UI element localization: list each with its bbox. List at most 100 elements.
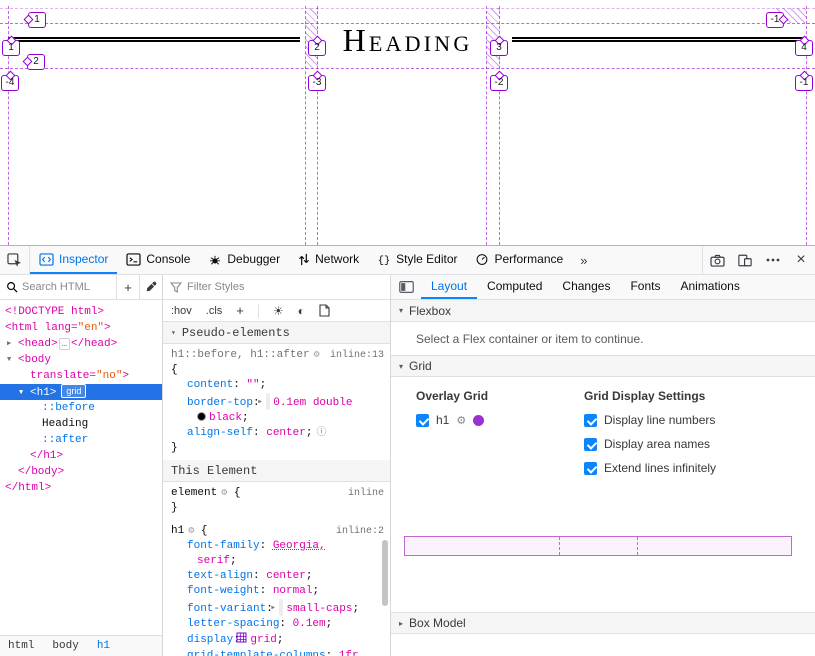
pick-element-button[interactable] xyxy=(0,246,30,274)
pane-toggle-button[interactable] xyxy=(391,275,421,299)
css-declaration[interactable]: border-top: ▶0.1em doubleblack; xyxy=(163,393,390,426)
tree-node[interactable]: ▼<h1>grid xyxy=(0,384,162,400)
devtools-tab-console[interactable]: Console xyxy=(117,246,199,274)
create-node-button[interactable]: + xyxy=(116,275,139,299)
css-declaration[interactable]: font-family: Georgia,serif; xyxy=(163,539,390,569)
tree-node[interactable]: ::before xyxy=(0,400,162,416)
stylesheet-link[interactable]: inline:2 xyxy=(336,524,384,539)
tree-node[interactable]: </html> xyxy=(0,480,162,496)
filter-icon xyxy=(170,282,182,293)
rules-section-header[interactable]: This Element xyxy=(163,460,390,482)
box-model-section-header[interactable]: ▸ Box Model xyxy=(391,612,815,634)
tab-changes[interactable]: Changes xyxy=(552,275,620,299)
setting-checkbox[interactable] xyxy=(584,462,597,475)
class-toggle[interactable]: .cls xyxy=(206,305,223,317)
tree-node[interactable]: translate="no"> xyxy=(0,368,162,384)
css-declaration[interactable]: font-variant: ▶small-caps; xyxy=(163,599,390,617)
filter-styles-input[interactable] xyxy=(187,281,390,293)
tree-node[interactable]: ::after xyxy=(0,432,162,448)
open-brace: { xyxy=(194,525,207,537)
overlay-grid-checkbox[interactable] xyxy=(416,414,429,427)
expander-icon[interactable]: ▶ xyxy=(279,599,283,616)
property-value: small-caps xyxy=(286,603,352,615)
scrollbar-thumb[interactable] xyxy=(382,540,388,606)
grid-section-header[interactable]: ▾ Grid xyxy=(391,355,815,377)
grid-badge[interactable]: grid xyxy=(61,384,86,398)
grid-color-swatch[interactable] xyxy=(473,415,484,426)
info-icon[interactable]: ⓘ xyxy=(316,428,326,439)
node-val: "no" xyxy=(96,370,122,382)
more-tabs-button[interactable]: » xyxy=(572,246,595,274)
tab-animations[interactable]: Animations xyxy=(670,275,749,299)
property-value: "" xyxy=(246,379,259,391)
rule-selector[interactable]: element xyxy=(171,487,217,499)
rules-section-header[interactable]: ▾Pseudo-elements xyxy=(163,322,390,344)
css-declaration[interactable]: font-weight: normal; xyxy=(163,584,390,599)
rule-selector[interactable]: h1::before, h1::after xyxy=(171,349,310,361)
section-title: This Element xyxy=(171,464,257,478)
stylesheet-link[interactable]: inline:13 xyxy=(330,348,384,363)
pick-element-icon xyxy=(7,253,22,267)
pill-label: 2 xyxy=(314,42,320,53)
breadcrumb-item-html[interactable]: html xyxy=(8,640,34,652)
tree-node[interactable]: ▼<body xyxy=(0,352,162,368)
devtools-tab-performance[interactable]: Performance xyxy=(466,246,572,274)
css-declaration[interactable]: align-self: center;ⓘ xyxy=(163,426,390,441)
expander-icon[interactable]: ▶ xyxy=(266,393,270,410)
tree-node[interactable]: Heading xyxy=(0,416,162,432)
devtools-tab-inspector[interactable]: Inspector xyxy=(30,246,117,274)
stylesheet-link[interactable]: inline xyxy=(348,486,384,501)
search-html-input[interactable] xyxy=(22,281,100,293)
setting-checkbox[interactable] xyxy=(584,414,597,427)
property-name: text-align xyxy=(187,570,253,582)
css-declaration[interactable]: grid-template-columns: 1fr xyxy=(163,649,390,656)
tree-node[interactable]: <!DOCTYPE html> xyxy=(0,304,162,320)
grid-outline-preview[interactable] xyxy=(404,536,792,556)
tab-layout[interactable]: Layout xyxy=(421,275,477,299)
rule-selector-line: inline:13 h1::before, h1::after ⚙ { xyxy=(163,347,390,378)
node-attr: translate= xyxy=(30,370,96,382)
devtools-tab-style-editor[interactable]: {}Style Editor xyxy=(368,246,466,274)
expand-arrow-closed-icon[interactable]: ▶ xyxy=(7,336,18,352)
screenshot-button[interactable] xyxy=(703,246,731,274)
css-declaration[interactable]: text-align: center; xyxy=(163,569,390,584)
css-declaration[interactable]: content: ""; xyxy=(163,378,390,393)
tab-fonts[interactable]: Fonts xyxy=(620,275,670,299)
breadcrumb-item-body[interactable]: body xyxy=(52,640,78,652)
add-rule-button[interactable]: + xyxy=(236,303,244,318)
tree-node[interactable]: ▶<head>…</head> xyxy=(0,336,162,352)
selector-gear-icon[interactable]: ⚙ xyxy=(314,350,320,361)
tree-node[interactable]: <html lang="en"> xyxy=(0,320,162,336)
devtools-tab-network[interactable]: Network xyxy=(289,246,368,274)
search-box[interactable] xyxy=(0,281,116,293)
filter-row xyxy=(163,275,390,300)
semicolon: ; xyxy=(326,618,333,630)
breadcrumb-item-h1[interactable]: h1 xyxy=(97,640,110,652)
tab-computed[interactable]: Computed xyxy=(477,275,552,299)
print-media-icon[interactable] xyxy=(319,304,330,317)
rule-selector-line: inlineelement⚙ { xyxy=(163,485,390,501)
tree-node[interactable]: </h1> xyxy=(0,448,162,464)
property-value: 0.1em double xyxy=(273,397,352,409)
expand-arrow-open-icon[interactable]: ▼ xyxy=(19,385,30,401)
css-declaration[interactable]: letter-spacing: 0.1em; xyxy=(163,617,390,632)
eyedropper-button[interactable] xyxy=(139,275,162,299)
color-swatch[interactable] xyxy=(197,412,206,421)
pseudo-class-toggle[interactable]: :hov xyxy=(171,305,192,317)
gear-icon[interactable]: ⚙ xyxy=(456,414,466,427)
flexbox-section-header[interactable]: ▾ Flexbox xyxy=(391,300,815,322)
expand-arrow-open-icon[interactable]: ▼ xyxy=(7,352,18,368)
close-button[interactable]: × xyxy=(787,246,815,274)
tree-node[interactable]: </body> xyxy=(0,464,162,480)
css-declaration[interactable]: display: grid; xyxy=(163,632,390,649)
devtools-tab-debugger[interactable]: Debugger xyxy=(199,246,289,274)
rule-selector[interactable]: h1 xyxy=(171,525,184,537)
grid-highlighter-icon[interactable] xyxy=(246,632,247,649)
responsive-button[interactable] xyxy=(731,246,759,274)
meatball-button[interactable] xyxy=(759,246,787,274)
property-value: serif xyxy=(197,555,230,567)
setting-checkbox[interactable] xyxy=(584,438,597,451)
open-brace: { xyxy=(171,364,178,376)
screenshot-icon xyxy=(710,254,725,267)
chevron-down-icon: ▾ xyxy=(399,362,403,371)
